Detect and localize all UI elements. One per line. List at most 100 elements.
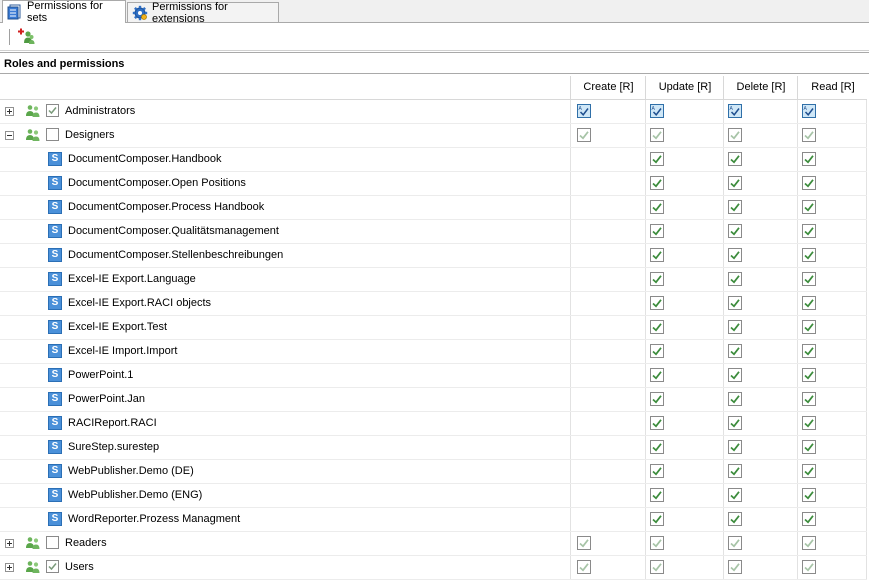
role-checkbox[interactable] xyxy=(46,128,59,141)
set-row[interactable]: S PowerPoint.Jan xyxy=(0,388,867,412)
read-permission-checkbox[interactable] xyxy=(802,416,816,430)
role-row[interactable]: Readers xyxy=(0,532,867,556)
delete-permission-checkbox[interactable] xyxy=(728,368,742,382)
set-row[interactable]: S DocumentComposer.Open Positions xyxy=(0,172,867,196)
column-divider xyxy=(570,436,571,459)
update-permission-checkbox[interactable] xyxy=(650,224,664,238)
delete-permission-checkbox[interactable] xyxy=(728,224,742,238)
set-row[interactable]: S PowerPoint.1 xyxy=(0,364,867,388)
set-row[interactable]: S SureStep.surestep xyxy=(0,436,867,460)
update-permission-checkbox[interactable] xyxy=(650,392,664,406)
delete-permission-checkbox[interactable] xyxy=(728,440,742,454)
update-permission-checkbox[interactable] xyxy=(650,416,664,430)
column-header-update[interactable]: Update [R] xyxy=(645,76,724,99)
update-permission-checkbox[interactable] xyxy=(650,152,664,166)
set-row[interactable]: S WebPublisher.Demo (DE) xyxy=(0,460,867,484)
set-row[interactable]: S Excel-IE Import.Import xyxy=(0,340,867,364)
delete-permission-checkbox[interactable] xyxy=(728,488,742,502)
expand-icon[interactable] xyxy=(5,107,14,116)
delete-permission-checkbox[interactable] xyxy=(728,344,742,358)
delete-permission-checkbox[interactable] xyxy=(728,152,742,166)
column-header-delete[interactable]: Delete [R] xyxy=(723,76,798,99)
role-row[interactable]: Users xyxy=(0,556,867,580)
read-permission-checkbox[interactable] xyxy=(802,224,816,238)
delete-permission-checkbox[interactable] xyxy=(728,464,742,478)
update-permission-checkbox[interactable] xyxy=(650,488,664,502)
read-permission-checkbox[interactable] xyxy=(802,392,816,406)
delete-permission-checkbox[interactable] xyxy=(728,320,742,334)
delete-permission-checkbox[interactable] xyxy=(728,536,742,550)
update-permission-checkbox[interactable]: A xyxy=(650,104,664,118)
delete-permission-checkbox[interactable] xyxy=(728,416,742,430)
update-permission-checkbox[interactable] xyxy=(650,536,664,550)
create-permission-checkbox[interactable]: A xyxy=(577,104,591,118)
read-permission-checkbox[interactable] xyxy=(802,248,816,262)
read-permission-checkbox[interactable] xyxy=(802,512,816,526)
update-permission-checkbox[interactable] xyxy=(650,464,664,478)
update-permission-checkbox[interactable] xyxy=(650,560,664,574)
delete-permission-checkbox[interactable] xyxy=(728,512,742,526)
delete-permission-checkbox[interactable] xyxy=(728,128,742,142)
update-permission-checkbox[interactable] xyxy=(650,440,664,454)
add-role-button[interactable] xyxy=(17,28,35,46)
delete-permission-checkbox[interactable] xyxy=(728,272,742,286)
set-row[interactable]: S Excel-IE Export.Test xyxy=(0,316,867,340)
set-row[interactable]: S WordReporter.Prozess Managment xyxy=(0,508,867,532)
delete-permission-checkbox[interactable] xyxy=(728,200,742,214)
column-header-create[interactable]: Create [R] xyxy=(570,76,646,99)
read-permission-checkbox[interactable] xyxy=(802,320,816,334)
set-row[interactable]: S WebPublisher.Demo (ENG) xyxy=(0,484,867,508)
read-permission-checkbox[interactable] xyxy=(802,344,816,358)
set-row[interactable]: S DocumentComposer.Stellenbeschreibungen xyxy=(0,244,867,268)
read-permission-checkbox[interactable] xyxy=(802,272,816,286)
delete-permission-checkbox[interactable] xyxy=(728,248,742,262)
set-row[interactable]: S DocumentComposer.Process Handbook xyxy=(0,196,867,220)
update-permission-checkbox[interactable] xyxy=(650,200,664,214)
role-row[interactable]: Administrators A A A A xyxy=(0,100,867,124)
collapse-icon[interactable] xyxy=(5,131,14,140)
set-row[interactable]: S Excel-IE Export.RACI objects xyxy=(0,292,867,316)
update-permission-checkbox[interactable] xyxy=(650,320,664,334)
expand-icon[interactable] xyxy=(5,563,14,572)
read-permission-checkbox[interactable] xyxy=(802,440,816,454)
delete-permission-checkbox[interactable] xyxy=(728,560,742,574)
read-permission-checkbox[interactable] xyxy=(802,464,816,478)
update-permission-checkbox[interactable] xyxy=(650,248,664,262)
delete-permission-checkbox[interactable] xyxy=(728,296,742,310)
update-permission-checkbox[interactable] xyxy=(650,176,664,190)
tab-permissions-for-extensions[interactable]: Permissions for extensions xyxy=(127,1,279,25)
update-permission-checkbox[interactable] xyxy=(650,344,664,358)
update-permission-checkbox[interactable] xyxy=(650,128,664,142)
delete-permission-checkbox[interactable] xyxy=(728,392,742,406)
tab-permissions-for-sets[interactable]: Permissions for sets xyxy=(2,0,126,24)
update-permission-checkbox[interactable] xyxy=(650,368,664,382)
role-checkbox[interactable] xyxy=(46,536,59,549)
delete-permission-checkbox[interactable] xyxy=(728,176,742,190)
create-permission-checkbox[interactable] xyxy=(577,560,591,574)
read-permission-checkbox[interactable] xyxy=(802,488,816,502)
delete-permission-checkbox[interactable]: A xyxy=(728,104,742,118)
update-permission-checkbox[interactable] xyxy=(650,272,664,286)
set-row[interactable]: S Excel-IE Export.Language xyxy=(0,268,867,292)
read-permission-checkbox[interactable] xyxy=(802,176,816,190)
column-header-read[interactable]: Read [R] xyxy=(797,76,868,99)
update-permission-checkbox[interactable] xyxy=(650,296,664,310)
read-permission-checkbox[interactable] xyxy=(802,368,816,382)
role-checkbox[interactable] xyxy=(46,104,59,117)
update-permission-checkbox[interactable] xyxy=(650,512,664,526)
read-permission-checkbox[interactable] xyxy=(802,536,816,550)
read-permission-checkbox[interactable]: A xyxy=(802,104,816,118)
read-permission-checkbox[interactable] xyxy=(802,200,816,214)
expand-icon[interactable] xyxy=(5,539,14,548)
set-row[interactable]: S DocumentComposer.Qualitätsmanagement xyxy=(0,220,867,244)
set-row[interactable]: S RACIReport.RACI xyxy=(0,412,867,436)
read-permission-checkbox[interactable] xyxy=(802,152,816,166)
create-permission-checkbox[interactable] xyxy=(577,128,591,142)
role-checkbox[interactable] xyxy=(46,560,59,573)
create-permission-checkbox[interactable] xyxy=(577,536,591,550)
read-permission-checkbox[interactable] xyxy=(802,128,816,142)
set-row[interactable]: S DocumentComposer.Handbook xyxy=(0,148,867,172)
read-permission-checkbox[interactable] xyxy=(802,296,816,310)
role-row[interactable]: Designers xyxy=(0,124,867,148)
read-permission-checkbox[interactable] xyxy=(802,560,816,574)
